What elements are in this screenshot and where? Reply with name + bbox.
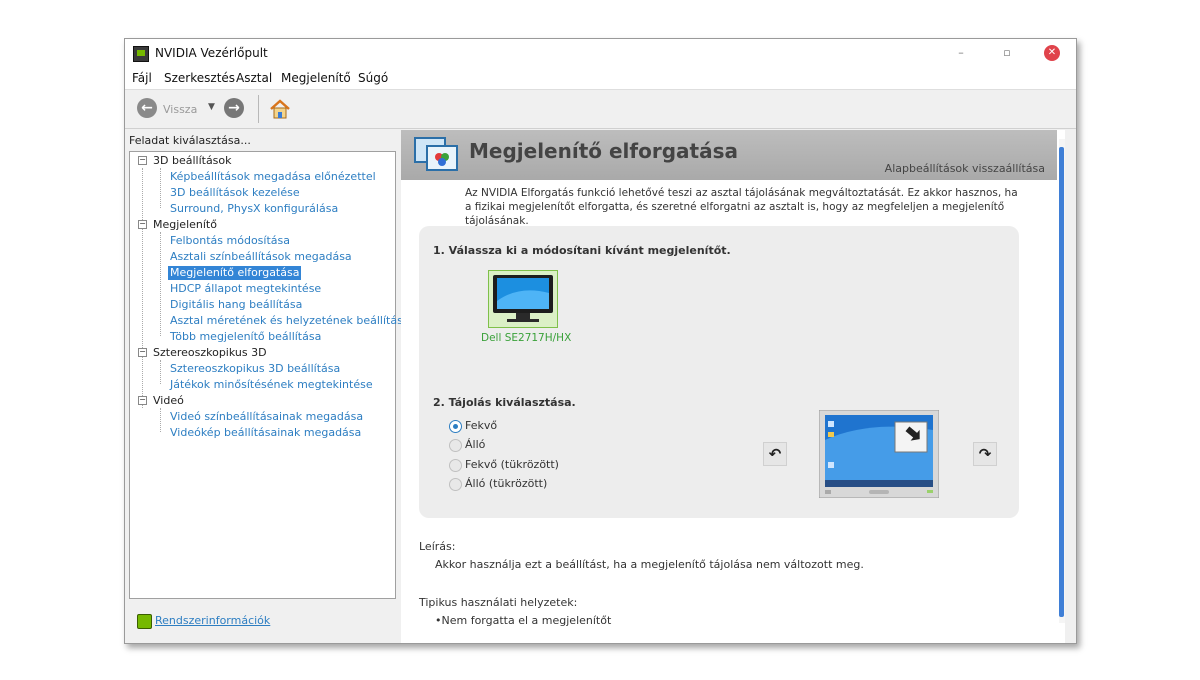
tree-item-stereo-3d-setup[interactable]: Sztereoszkopikus 3D beállítása (170, 362, 340, 376)
collapse-icon[interactable]: − (138, 220, 147, 229)
tree-item-manage-3d-settings[interactable]: 3D beállítások kezelése (170, 186, 300, 200)
tree-item-rotate-display[interactable]: Megjelenítő elforgatása (168, 266, 302, 280)
usage-item: •Nem forgatta el a megjelenítőt (435, 614, 612, 627)
display-tile[interactable] (488, 270, 558, 328)
menu-file[interactable]: Fájl (132, 71, 152, 85)
content-pane: Megjelenítő elforgatása Alapbeállítások … (401, 130, 1065, 643)
rotate-right-icon[interactable]: ↷ (973, 442, 997, 466)
menu-display[interactable]: Megjelenítő (281, 71, 351, 85)
minimize-button[interactable]: – (948, 44, 974, 62)
intro-text: Az NVIDIA Elforgatás funkció lehetővé te… (465, 187, 1018, 227)
back-label[interactable]: Vissza (163, 103, 197, 116)
collapse-icon[interactable]: − (138, 396, 147, 405)
scroll-thumb[interactable] (1059, 147, 1064, 617)
tree-item-hdcp-status[interactable]: HDCP állapot megtekintése (170, 282, 321, 296)
description-label: Leírás: (419, 540, 456, 553)
title-bar[interactable]: NVIDIA Vezérlőpult – ▫ ✕ (125, 39, 1076, 67)
display-name[interactable]: Dell SE2717H/HX (481, 332, 571, 344)
tree-item-video-color[interactable]: Videó színbeállításainak megadása (170, 410, 363, 424)
menu-desktop[interactable]: Asztal (236, 71, 272, 85)
usage-label: Tipikus használati helyzetek: (419, 596, 578, 609)
history-dropdown-icon[interactable]: ▼ (208, 102, 215, 112)
radio-checked[interactable] (449, 420, 462, 433)
restore-button[interactable]: ▫ (994, 44, 1020, 62)
tree-item-desktop-color[interactable]: Asztali színbeállítások megadása (170, 250, 352, 264)
page-title: Megjelenítő elforgatása (469, 139, 738, 163)
home-icon[interactable] (269, 98, 291, 120)
back-arrow-icon[interactable]: ← (137, 98, 157, 118)
restore-defaults-link[interactable]: Alapbeállítások visszaállítása (885, 162, 1045, 175)
tree-item-desktop-size-position[interactable]: Asztal méretének és helyzetének beállítá… (170, 314, 410, 328)
radio[interactable] (449, 439, 462, 452)
step2-heading: 2. Tájolás kiválasztása. (433, 396, 576, 409)
rotate-left-icon[interactable]: ↶ (763, 442, 787, 466)
tree-item-multiple-displays[interactable]: Több megjelenítő beállítása (170, 330, 321, 344)
settings-panel: 1. Válassza ki a módosítani kívánt megje… (419, 226, 1019, 518)
tree-item-video-image[interactable]: Videókép beállításainak megadása (170, 426, 361, 440)
nvidia-control-panel-window: NVIDIA Vezérlőpult – ▫ ✕ Fájl Szerkeszté… (124, 38, 1077, 644)
page-banner: Megjelenítő elforgatása Alapbeállítások … (401, 130, 1057, 180)
tree-item-game-ratings[interactable]: Játékok minősítésének megtekintése (170, 378, 373, 392)
tree-item-digital-audio[interactable]: Digitális hang beállítása (170, 298, 302, 312)
menu-edit[interactable]: Szerkesztés (164, 71, 235, 85)
window-title: NVIDIA Vezérlőpult (155, 46, 268, 60)
display-rotation-icon (414, 137, 458, 171)
close-button[interactable]: ✕ (1044, 45, 1060, 61)
orientation-preview (819, 410, 939, 498)
collapse-icon[interactable]: − (138, 348, 147, 357)
radio[interactable] (449, 459, 462, 472)
tree-item-surround-physx[interactable]: Surround, PhysX konfigurálása (170, 202, 338, 216)
info-icon (137, 614, 152, 629)
tree-item-change-resolution[interactable]: Felbontás módosítása (170, 234, 290, 248)
menu-help[interactable]: Súgó (358, 71, 388, 85)
nvidia-app-icon (133, 46, 149, 62)
forward-arrow-icon[interactable]: → (224, 98, 244, 118)
toolbar: ← Vissza ▼ → (125, 90, 1076, 129)
collapse-icon[interactable]: − (138, 156, 147, 165)
content-scrollbar[interactable] (1059, 139, 1065, 623)
radio[interactable] (449, 478, 462, 491)
task-tree: − 3D beállítások Képbeállítások megadása… (129, 151, 410, 599)
step1-heading: 1. Válassza ki a módosítani kívánt megje… (433, 244, 731, 257)
description-text: Akkor használja ezt a beállítást, ha a m… (435, 558, 864, 571)
monitor-icon (493, 275, 553, 322)
menu-bar: Fájl Szerkesztés Asztal Megjelenítő Súgó (125, 67, 1076, 90)
toolbar-separator (258, 95, 259, 123)
task-select-label: Feladat kiválasztása... (129, 134, 251, 147)
tree-item-image-settings-preview[interactable]: Képbeállítások megadása előnézettel (170, 170, 376, 184)
